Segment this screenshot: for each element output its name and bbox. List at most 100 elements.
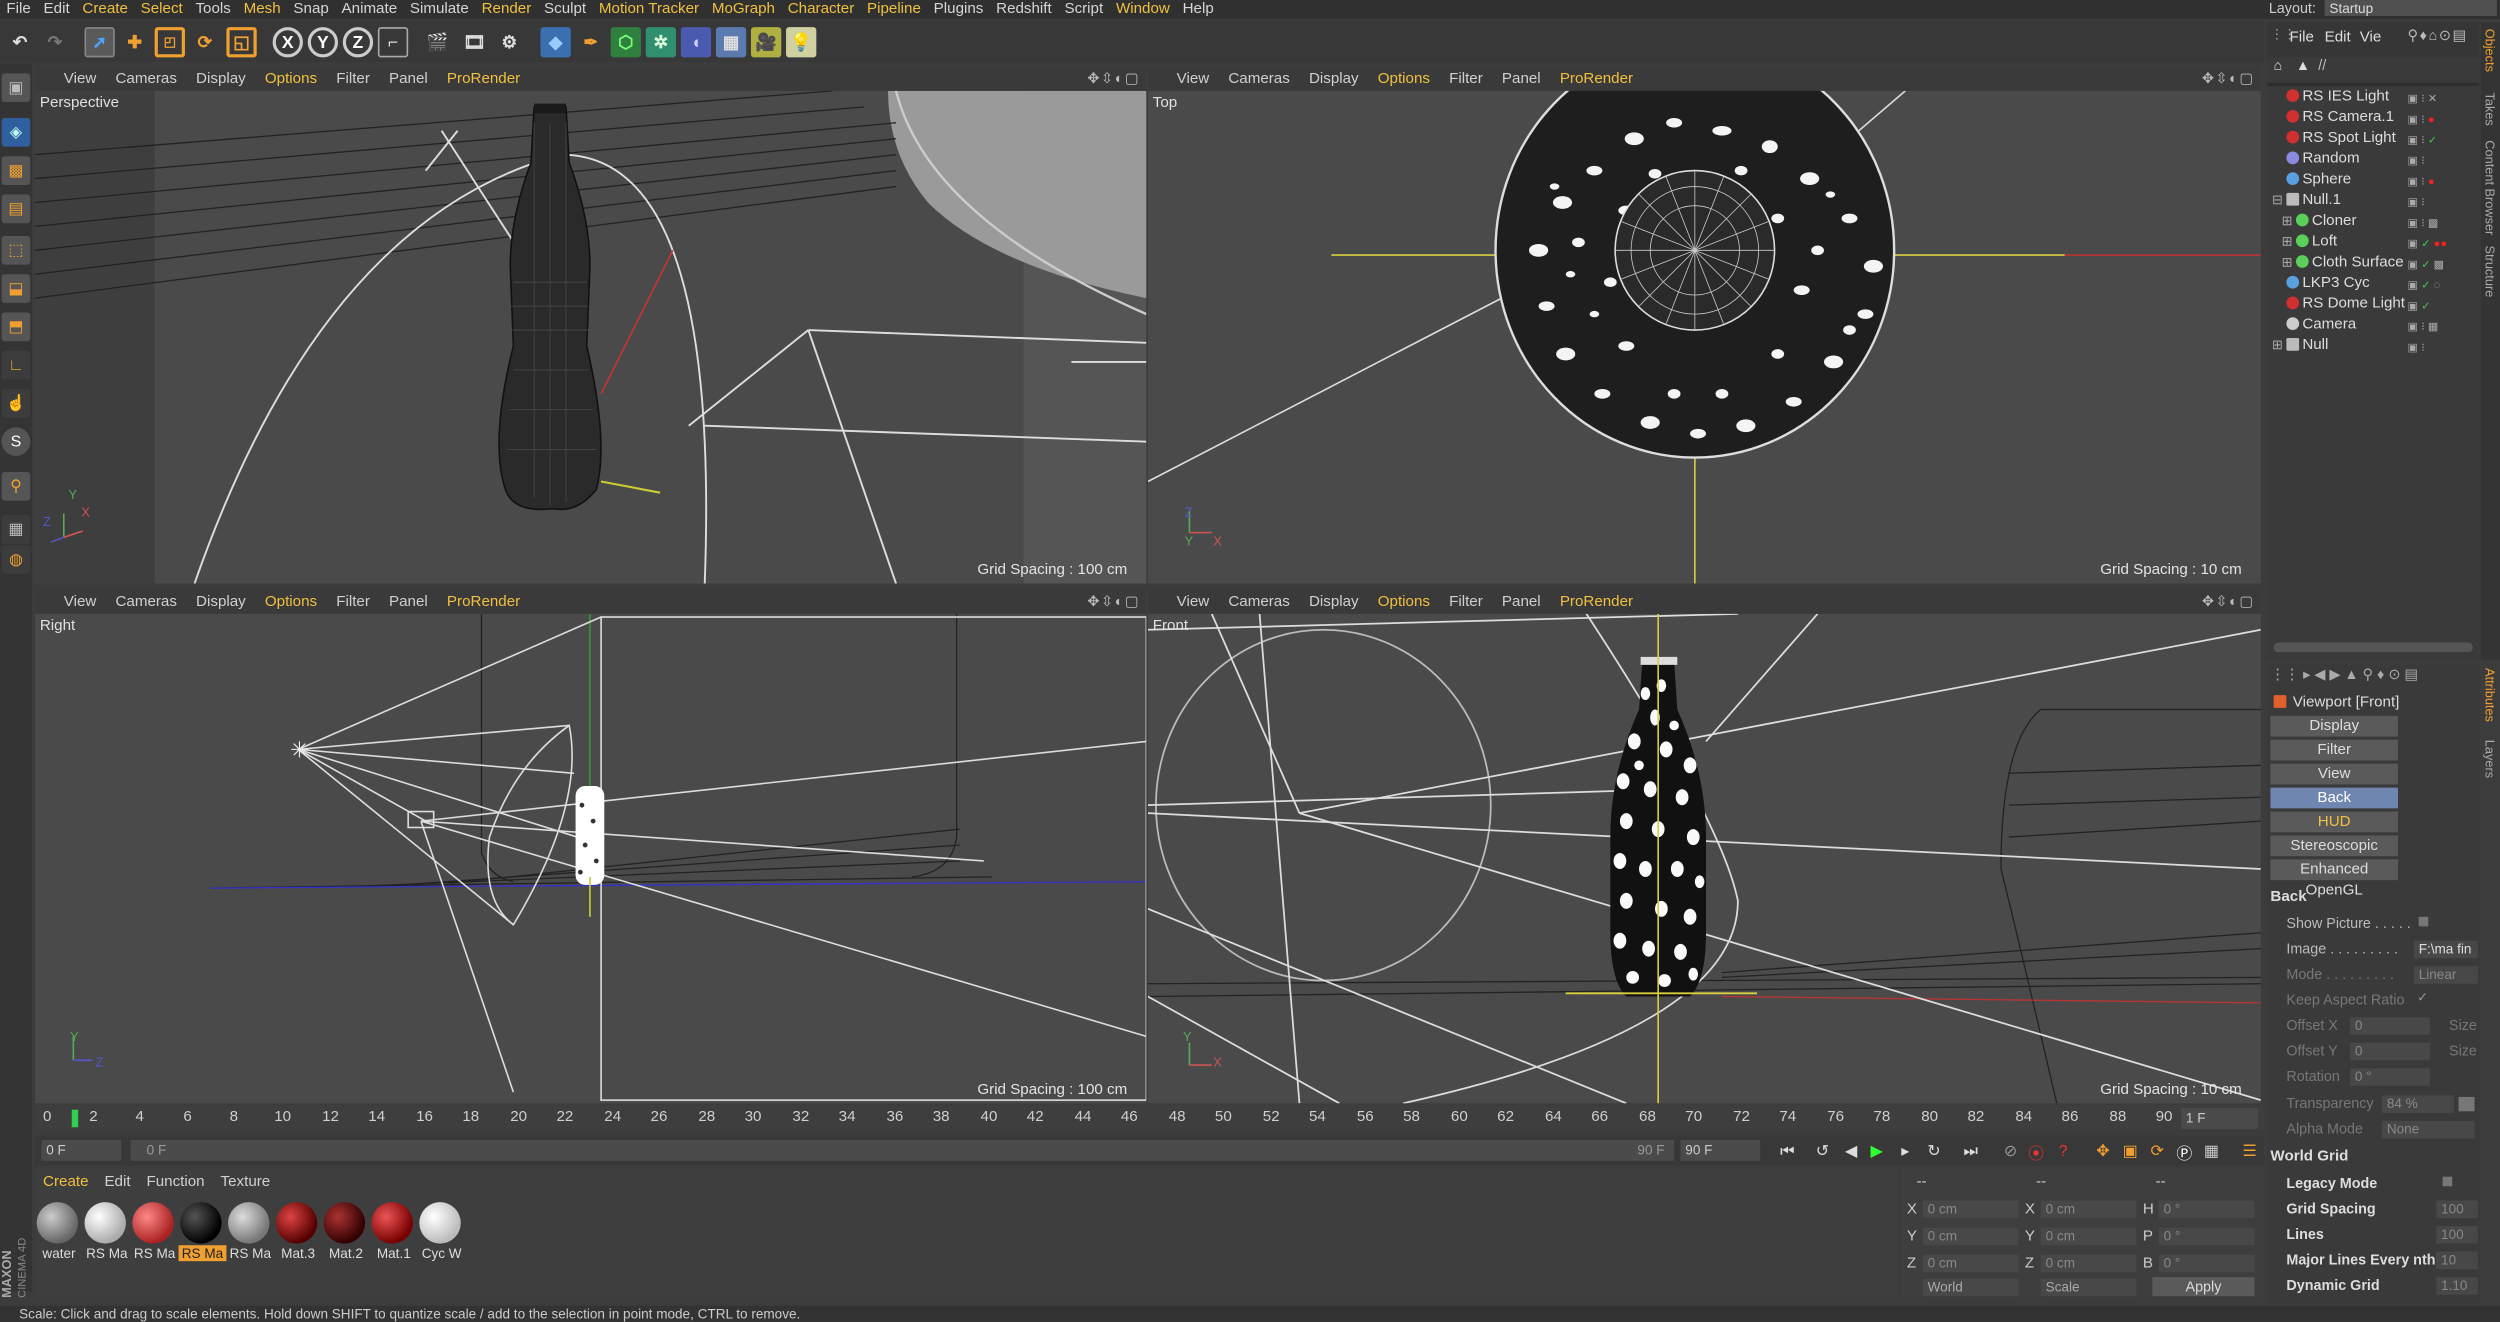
tab-objects[interactable]: Objects <box>2482 29 2496 72</box>
obj-menu-edit[interactable]: Edit <box>2325 29 2351 47</box>
size-mode-select[interactable]: Scale <box>2040 1278 2137 1297</box>
vp-menu-filter[interactable]: Filter <box>1440 67 1493 91</box>
object-row[interactable]: Sphere ▣ ⁝ ● <box>2267 169 2479 190</box>
rotation-h-field[interactable]: 0 ° <box>2158 1200 2255 1219</box>
obj-search-icon[interactable]: ⚲♦⌂⊙▤ <box>2408 27 2468 45</box>
object-tags[interactable]: ▣ ✓ ▩ <box>2408 255 2475 271</box>
menu-edit[interactable]: Edit <box>37 0 76 19</box>
vp-menu-panel[interactable]: Panel <box>379 590 437 614</box>
keyframe-selection-icon[interactable]: ? <box>2052 1140 2074 1162</box>
object-tags[interactable]: ▣ ✓ ●● <box>2408 234 2475 250</box>
array-icon[interactable]: ✲ <box>645 27 677 58</box>
expand-icon[interactable]: ⊟ <box>2272 190 2283 211</box>
object-tags[interactable]: ▣ ⁝ ✕ <box>2408 89 2475 105</box>
menu-simulate[interactable]: Simulate <box>404 0 476 19</box>
vp-menu-filter[interactable]: Filter <box>327 67 380 91</box>
menu-animate[interactable]: Animate <box>335 0 403 19</box>
menu-window[interactable]: Window <box>1110 0 1177 19</box>
object-tags[interactable]: ▣ ⁝ <box>2408 193 2475 209</box>
recent-tool-icon[interactable]: ◱ <box>226 27 257 58</box>
menu-tools[interactable]: Tools <box>189 0 237 19</box>
object-tags[interactable]: ▣ ✓ <box>2408 297 2475 312</box>
expand-icon[interactable]: ⊞ <box>2282 252 2293 273</box>
menu-snap[interactable]: Snap <box>287 0 335 19</box>
make-editable-icon[interactable]: ▣ <box>1 73 31 103</box>
menu-file[interactable]: File <box>0 0 37 19</box>
mat-menu-create[interactable]: Create <box>35 1173 96 1191</box>
menu-render[interactable]: Render <box>475 0 537 19</box>
tab-enhanced-opengl[interactable]: Enhanced OpenGL <box>2270 859 2398 899</box>
material-swatch[interactable]: RS Ma <box>226 1201 271 1265</box>
mode-select[interactable]: Linear <box>2413 966 2478 984</box>
key-rotation-icon[interactable]: ⟳ <box>2146 1140 2168 1162</box>
menu-script[interactable]: Script <box>1058 0 1109 19</box>
snap-icon[interactable]: S <box>1 427 31 456</box>
position-y-field[interactable]: 0 cm <box>1922 1227 2019 1246</box>
vp-menu-view[interactable]: View <box>1167 67 1219 91</box>
x-axis-lock-icon[interactable]: X <box>272 27 303 58</box>
material-swatch[interactable]: water <box>35 1201 80 1265</box>
expand-icon[interactable]: ⊞ <box>2282 210 2293 231</box>
vp-menu-prorender[interactable]: ProRender <box>437 67 529 91</box>
subdivision-icon[interactable]: ⬡ <box>610 27 641 58</box>
viewport-top[interactable]: View Cameras Display Options Filter Pane… <box>1147 66 2261 584</box>
menu-plugins[interactable]: Plugins <box>927 0 989 19</box>
coordinate-mode-select[interactable]: World <box>1922 1278 2019 1297</box>
tab-content-browser[interactable]: Content Browser <box>2482 140 2496 235</box>
obj-menu-view[interactable]: Vie <box>2360 29 2382 47</box>
tab-layers[interactable]: Layers <box>2482 740 2496 778</box>
coordinate-system-icon[interactable]: ⌐ <box>377 27 409 58</box>
vp-menu-display[interactable]: Display <box>1299 67 1368 91</box>
record-active-icon[interactable]: ⊘ <box>1999 1140 2021 1162</box>
timeline-menu-icon[interactable]: ☰ <box>2239 1140 2261 1162</box>
previous-key-icon[interactable]: ↺ <box>1811 1140 1833 1162</box>
vp-menu-prorender[interactable]: ProRender <box>1550 67 1642 91</box>
offset-y-field[interactable]: 0 <box>2350 1042 2430 1061</box>
go-to-start-icon[interactable]: ⏮ <box>1776 1140 1798 1162</box>
menu-mograph[interactable]: MoGraph <box>705 0 781 19</box>
size-x-field[interactable]: 0 cm <box>2040 1200 2137 1219</box>
mat-menu-texture[interactable]: Texture <box>213 1173 279 1191</box>
viewport-right[interactable]: View Cameras Display Options Filter Pane… <box>35 589 1147 1104</box>
model-mode-icon[interactable]: ◈ <box>1 117 31 147</box>
object-tags[interactable]: ▣ ✓ ◌ <box>2408 276 2475 292</box>
vp-menu-view[interactable]: View <box>54 590 106 614</box>
scale-icon[interactable]: ◰ <box>154 27 185 58</box>
object-row[interactable]: ⊞ Loft ▣ ✓ ●● <box>2267 231 2479 252</box>
render-settings-icon[interactable]: ⚙ <box>494 27 524 57</box>
object-row[interactable]: RS IES Light ▣ ⁝ ✕ <box>2267 86 2479 107</box>
position-x-field[interactable]: 0 cm <box>1922 1200 2019 1219</box>
object-row[interactable]: RS Spot Light ▣ ⁝ ✓ <box>2267 128 2479 149</box>
previous-frame-icon[interactable]: ◀ <box>1840 1140 1862 1162</box>
deformer-icon[interactable]: ◖ <box>680 27 712 58</box>
object-tags[interactable]: ▣ ⁝ ▦ <box>2408 317 2475 333</box>
vp-menu-cameras[interactable]: Cameras <box>106 67 187 91</box>
frame-range-slider[interactable]: 0 F 90 F <box>130 1139 1675 1161</box>
vp-menu-panel[interactable]: Panel <box>379 67 437 91</box>
vp-menu-cameras[interactable]: Cameras <box>106 590 187 614</box>
rotation-p-field[interactable]: 0 ° <box>2158 1227 2255 1246</box>
vp-menu-filter[interactable]: Filter <box>1440 590 1493 614</box>
vp-menu-options[interactable]: Options <box>1368 590 1439 614</box>
render-view-icon[interactable]: 🎬 <box>423 27 453 57</box>
rotation-field[interactable]: 0 ° <box>2350 1068 2430 1086</box>
tab-stereoscopic[interactable]: Stereoscopic <box>2270 835 2398 857</box>
key-pla-icon[interactable]: ▦ <box>2200 1140 2222 1162</box>
menu-help[interactable]: Help <box>1176 0 1220 19</box>
camera-icon[interactable]: 🎥 <box>750 27 782 58</box>
viewport-nav-icons[interactable]: ✥⇳◐▢ <box>1087 593 1140 611</box>
key-scale-icon[interactable]: ▣ <box>2119 1140 2141 1162</box>
vp-menu-options[interactable]: Options <box>255 67 326 91</box>
timeline-ruler[interactable]: 0 2 4 6 8 10 12 14 16 18 20 22 24 26 28 … <box>35 1104 2265 1131</box>
menu-sculpt[interactable]: Sculpt <box>538 0 593 19</box>
object-row[interactable]: RS Camera.1 ▣ ⁝ ● <box>2267 107 2479 128</box>
vp-menu-view[interactable]: View <box>1167 590 1219 614</box>
object-tags[interactable]: ▣ ⁝ ● <box>2408 110 2475 126</box>
tab-takes[interactable]: Takes <box>2482 92 2496 125</box>
go-to-end-icon[interactable]: ⏭ <box>1960 1140 1982 1162</box>
solo-icon[interactable]: ◍ <box>1 545 31 574</box>
material-swatch[interactable]: Mat.2 <box>322 1201 367 1265</box>
object-tags[interactable]: ▣ ⁝ <box>2408 338 2475 354</box>
vp-menu-cameras[interactable]: Cameras <box>1219 590 1300 614</box>
end-frame-field[interactable]: 90 F <box>1680 1139 1761 1161</box>
